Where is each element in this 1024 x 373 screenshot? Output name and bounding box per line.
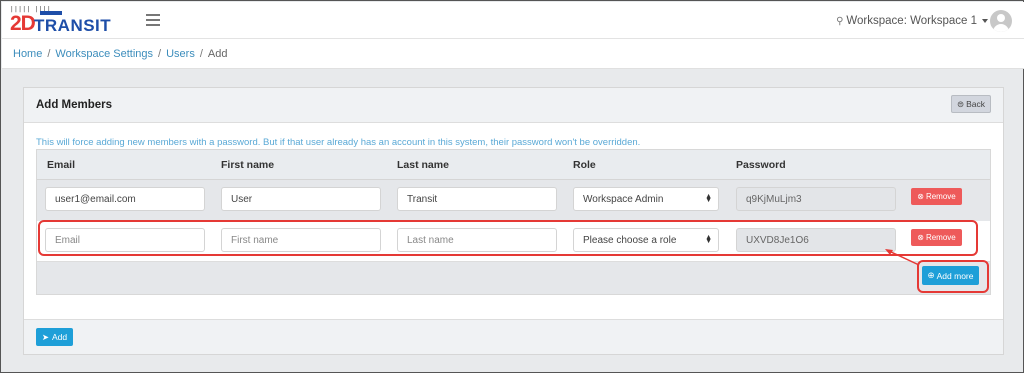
highlight-new-row [38, 220, 978, 256]
add-button[interactable]: ➤ Add [36, 328, 73, 346]
password-field: q9KjMuLjm3 [736, 187, 896, 211]
breadcrumb: Home / Workspace Settings / Users / Add [2, 39, 1024, 69]
card-footer: ➤ Add [24, 319, 1003, 354]
select-arrows-icon: ▲ ▼ [705, 193, 712, 204]
menu-toggle-icon[interactable] [146, 14, 160, 26]
logo-t-bar [40, 11, 62, 15]
app-logo[interactable]: ||||| |||| 2D TRANSIT [10, 5, 130, 37]
table-row: user1@email.com User Transit Workspace A… [37, 180, 990, 221]
workspace-switcher[interactable]: ⚲ Workspace: Workspace 1 [836, 15, 988, 27]
add-button-label: Add [52, 332, 68, 342]
card-header: Add Members ⊜ Back [24, 88, 1003, 123]
send-icon: ➤ [41, 331, 49, 342]
role-select-value: Workspace Admin [583, 194, 664, 205]
user-switch-icon: ⚲ [836, 15, 844, 27]
avatar[interactable] [990, 10, 1012, 32]
back-circle-icon: ⊜ [956, 98, 965, 109]
remove-button[interactable]: ⊗ Remove [911, 188, 962, 205]
chevron-down-icon [982, 19, 988, 23]
breadcrumb-current: Add [207, 48, 228, 60]
logo-transit: TRANSIT [34, 16, 112, 35]
page-title: Add Members [36, 99, 113, 111]
remove-button-label: Remove [925, 192, 956, 201]
first-name-field[interactable]: User [221, 187, 381, 211]
table-actions-row [37, 261, 990, 294]
col-email: Email [47, 159, 76, 171]
breadcrumb-workspace-settings[interactable]: Workspace Settings [55, 48, 153, 60]
col-last-name: Last name [397, 159, 449, 171]
col-role: Role [573, 159, 596, 171]
email-field[interactable]: user1@email.com [45, 187, 205, 211]
remove-circle-icon: ⊗ [917, 192, 924, 201]
back-button[interactable]: ⊜ Back [951, 95, 991, 113]
table-header: Email First name Last name Role Password [37, 150, 990, 180]
col-password: Password [736, 159, 786, 171]
workspace-label: Workspace: Workspace 1 [846, 15, 977, 27]
breadcrumb-users[interactable]: Users [166, 48, 195, 60]
password-notice: This will force adding new members with … [36, 137, 641, 148]
top-navbar: ||||| |||| 2D TRANSIT ⚲ Workspace: Works… [2, 2, 1024, 39]
breadcrumb-home[interactable]: Home [13, 48, 42, 60]
logo-2d: 2D [10, 12, 36, 35]
role-select[interactable]: Workspace Admin ▲ ▼ [573, 187, 719, 211]
highlight-add-more [917, 260, 989, 293]
app-frame: ||||| |||| 2D TRANSIT ⚲ Workspace: Works… [0, 0, 1024, 373]
annotation-arrow-icon [885, 249, 920, 266]
col-first-name: First name [221, 159, 275, 171]
last-name-field[interactable]: Transit [397, 187, 557, 211]
back-button-label: Back [966, 99, 986, 109]
